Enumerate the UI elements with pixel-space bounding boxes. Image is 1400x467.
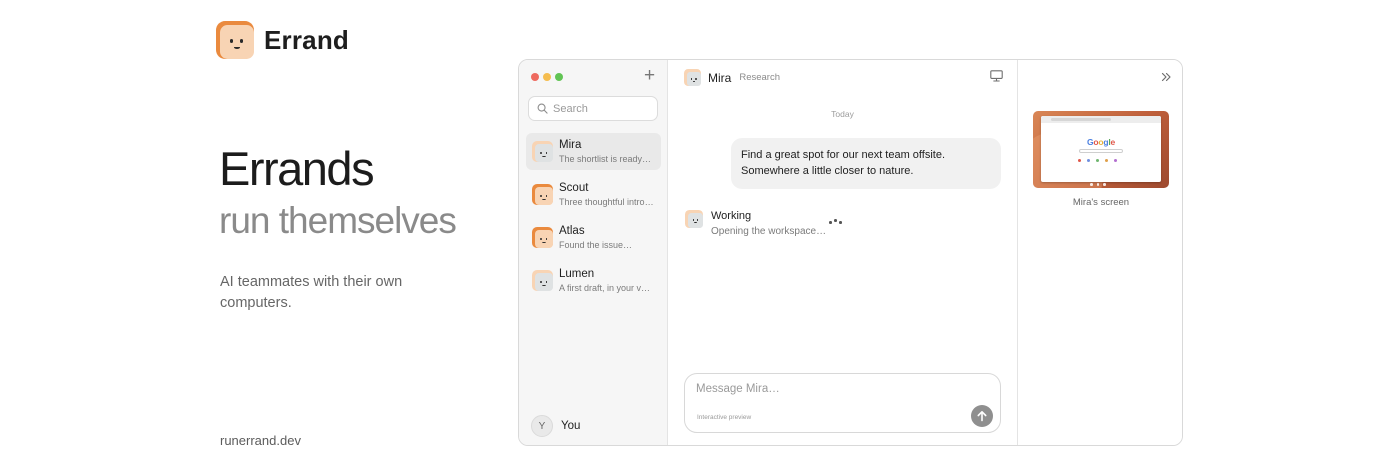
brand-logo-icon [216, 21, 254, 59]
conversation-item-scout[interactable]: Scout Three thoughtful intros… [526, 176, 661, 213]
atlas-avatar-icon [532, 227, 553, 248]
site-link[interactable]: runerrand.dev [220, 433, 301, 448]
search-icon [537, 103, 548, 114]
minimize-window-button[interactable] [543, 73, 551, 81]
conversation-preview: Three thoughtful intros… [559, 197, 655, 207]
search-box[interactable] [528, 96, 658, 121]
conversation-item-mira[interactable]: Mira The shortlist is ready… [526, 133, 661, 170]
window-controls [531, 73, 563, 81]
message-composer: Interactive preview [684, 373, 1001, 433]
close-window-button[interactable] [531, 73, 539, 81]
zoom-window-button[interactable] [555, 73, 563, 81]
agent-status-title: Working [711, 210, 752, 222]
user-label: You [561, 420, 581, 432]
chat-pane: Mira Research Today Find a great spot fo… [668, 60, 1018, 445]
preview-search-bar [1079, 149, 1123, 153]
conversation-name: Mira [559, 139, 582, 151]
preview-taskbar [1090, 183, 1106, 186]
screen-panel: Google Mira's screen [1018, 60, 1182, 445]
new-conversation-button[interactable]: + [644, 66, 655, 86]
agent-status-avatar-icon [685, 210, 703, 228]
hero-description: AI teammates with their own computers. [220, 274, 403, 311]
brand-name: Errand [264, 24, 350, 55]
screen-caption: Mira's screen [1072, 197, 1130, 208]
browser-window-preview: Google [1041, 116, 1161, 182]
agent-status: Working Opening the workspace… [685, 210, 826, 237]
google-logo: Google [1086, 137, 1116, 147]
scout-avatar-icon [532, 184, 553, 205]
hero-title: Errands [219, 142, 375, 195]
double-chevron-right-icon [1161, 72, 1171, 82]
brand: Errand [216, 21, 349, 59]
send-button[interactable] [971, 405, 993, 427]
agent-avatar-icon [684, 69, 701, 86]
search-input[interactable] [553, 102, 649, 115]
agent-status-detail: Opening the workspace… [711, 226, 827, 237]
sidebar: + Mira The shortlist is ready… [519, 60, 668, 445]
monitor-icon [990, 70, 1003, 82]
chat-header: Mira Research [684, 69, 780, 86]
agent-tag: Research [739, 72, 781, 83]
app-window: + Mira The shortlist is ready… [518, 59, 1183, 446]
conversation-item-atlas[interactable]: Atlas Found the issue… [526, 219, 661, 256]
user-profile-button[interactable]: Y You [531, 415, 580, 437]
user-avatar: Y [531, 415, 553, 437]
agent-name: Mira [708, 70, 732, 85]
mira-avatar-icon [532, 141, 553, 162]
conversation-preview: The shortlist is ready… [559, 154, 652, 164]
conversation-item-lumen[interactable]: Lumen A first draft, in your voice. [526, 262, 661, 299]
show-screen-button[interactable] [990, 69, 1003, 87]
conversation-name: Scout [559, 182, 589, 194]
lumen-avatar-icon [532, 270, 553, 291]
conversation-preview: Found the issue… [559, 240, 633, 250]
hero-subtitle: run themselves [219, 200, 457, 241]
collapse-panel-button[interactable] [1161, 69, 1172, 87]
composer-hint: Interactive preview [697, 414, 752, 421]
conversation-name: Atlas [559, 225, 585, 237]
plus-icon: + [644, 65, 656, 86]
message-input[interactable] [696, 383, 946, 395]
loading-dots-icon [829, 218, 845, 226]
arrow-up-icon [977, 410, 987, 422]
day-separator: Today [831, 109, 854, 119]
conversation-name: Lumen [559, 268, 595, 280]
conversation-preview: A first draft, in your voice. [559, 283, 655, 293]
agent-screen-thumbnail[interactable]: Google [1033, 111, 1169, 188]
preview-shortcuts [1078, 159, 1117, 162]
user-message-bubble: Find a great spot for our next team offs… [731, 138, 1001, 189]
